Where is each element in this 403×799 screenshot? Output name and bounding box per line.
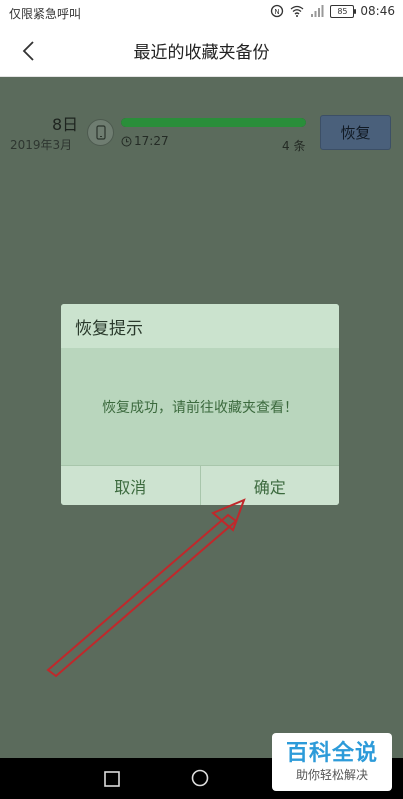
watermark-sub-text: 助你轻松解决 bbox=[295, 768, 368, 782]
backup-progress-fill bbox=[121, 118, 306, 127]
backup-time-label: 17:27 bbox=[134, 134, 169, 148]
wifi-icon bbox=[290, 5, 304, 17]
status-bar: 仅限紧急呼叫 N 85 08:46 bbox=[0, 0, 403, 26]
dialog-title: 恢复提示 bbox=[75, 319, 143, 339]
restore-button[interactable]: 恢复 bbox=[320, 115, 391, 150]
clock-text: 08:46 bbox=[360, 4, 395, 18]
svg-text:N: N bbox=[275, 8, 280, 16]
backup-count: 4 条 bbox=[282, 139, 306, 153]
home-icon[interactable] bbox=[191, 769, 209, 787]
backup-time: 17:27 bbox=[121, 134, 169, 148]
watermark-main-text: 百科全说 bbox=[285, 741, 378, 766]
clock-icon bbox=[121, 136, 132, 146]
confirm-button[interactable]: 确定 bbox=[199, 466, 339, 505]
restore-dialog: 恢复提示 恢复成功，请前往收藏夹查看！ 取消 确定 bbox=[61, 304, 339, 505]
backup-day: 8日 bbox=[52, 115, 79, 134]
nav-bar: 最近的收藏夹备份 bbox=[0, 26, 403, 77]
page-title: 最近的收藏夹备份 bbox=[133, 43, 270, 63]
data-saver-icon: N bbox=[271, 4, 284, 18]
phone-icon bbox=[87, 119, 114, 146]
battery-icon: 85 bbox=[330, 4, 357, 18]
signal-icon bbox=[311, 5, 324, 17]
backup-list-item: 8日 2019年3月 17:27 4 条 恢复 bbox=[0, 103, 403, 163]
backup-progress-bar bbox=[121, 118, 306, 127]
dialog-message: 恢复成功，请前往收藏夹查看！ bbox=[102, 399, 298, 416]
backup-month: 2019年3月 bbox=[10, 138, 73, 152]
carrier-status-text: 仅限紧急呼叫 bbox=[9, 7, 82, 21]
recent-apps-icon[interactable] bbox=[103, 770, 121, 788]
dialog-header: 恢复提示 bbox=[61, 304, 339, 348]
cancel-button[interactable]: 取消 bbox=[61, 466, 200, 505]
status-icons: N 85 08:46 bbox=[270, 4, 395, 18]
dialog-body: 恢复成功，请前往收藏夹查看！ bbox=[61, 348, 339, 465]
watermark-logo: 百科全说 助你轻松解决 bbox=[272, 733, 392, 791]
dialog-buttons: 取消 确定 bbox=[61, 465, 339, 505]
